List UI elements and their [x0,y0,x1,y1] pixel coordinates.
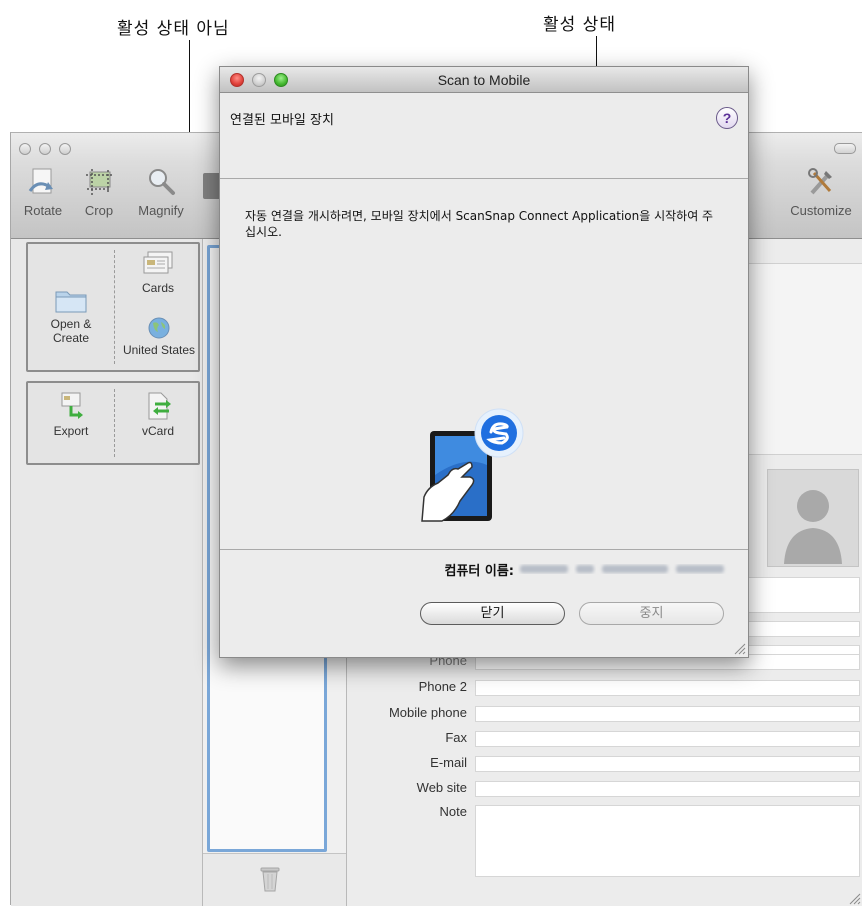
toolbar-toggle-button[interactable] [834,143,856,154]
toolbar-magnify-label: Magnify [138,203,184,218]
cards-icon [140,250,176,278]
left-panel: Open & Create Cards United States Export… [11,239,203,906]
toolbar-crop-label: Crop [84,203,114,218]
field-email[interactable] [475,756,860,772]
export-button[interactable]: Export [32,391,110,438]
annotation-inactive: 활성 상태 아님 [117,19,230,39]
open-create-label: Open & Create [50,317,92,345]
trash-area [203,853,346,906]
group-box-1: Open & Create Cards United States [26,242,200,372]
field-fax[interactable] [475,731,860,747]
crop-icon [82,165,116,199]
close-button[interactable] [19,143,31,155]
united-states-label: United States [122,343,196,357]
toolbar-magnify[interactable]: Magnify [131,165,191,218]
scan-to-mobile-dialog: Scan to Mobile 연결된 모바일 장치 ? 자동 연결을 개시하려면… [219,66,749,658]
card-image-area [747,263,862,455]
group-box-2: Export vCard [26,381,200,465]
field-website[interactable] [475,781,860,797]
photo-frame [767,469,859,567]
field-label-mobile-phone: Mobile phone [388,705,467,720]
field-mobile-phone[interactable] [475,706,860,722]
tablet-touch-scansnap-icon [414,405,532,523]
dialog-separator [220,549,748,550]
field-label-note: Note [439,804,467,819]
person-silhouette-icon [778,478,848,568]
cards-button[interactable]: Cards [118,250,198,295]
dialog-titlebar: Scan to Mobile [220,67,748,93]
dialog-title: Scan to Mobile [437,72,531,88]
rotate-icon [26,165,60,199]
computer-name-value-blurred [518,561,728,576]
magnify-icon [144,165,178,199]
field-label-fax: Fax [445,730,467,745]
toolbar-customize-label: Customize [790,203,852,218]
dialog-resize-grip-icon[interactable] [732,641,746,655]
toolbar-rotate[interactable]: Rotate [19,165,67,218]
help-button[interactable]: ? [716,107,738,129]
field-phone2[interactable] [475,680,860,696]
resize-grip-icon[interactable] [847,891,861,905]
toolbar-customize[interactable]: Customize [783,165,859,218]
zoom-button[interactable] [59,143,71,155]
customize-tools-icon [804,165,838,199]
field-label-phone2: Phone 2 [418,679,467,694]
connected-devices-heading: 연결된 모바일 장치 [230,113,334,128]
cards-label: Cards [141,281,174,295]
export-icon [56,391,86,421]
toolbar-rotate-label: Rotate [23,203,63,218]
vcard-button[interactable]: vCard [118,391,198,438]
trash-icon[interactable] [260,866,280,892]
field-note[interactable] [475,805,860,877]
dialog-header: 연결된 모바일 장치 ? [220,93,748,179]
export-label: Export [53,424,89,438]
field-label-email: E-mail [430,755,467,770]
field-label-website: Web site [416,780,467,795]
folder-icon [54,286,88,314]
globe-icon [147,316,171,340]
open-create-button[interactable]: Open & Create [32,286,110,345]
annotation-active: 활성 상태 [543,15,616,35]
close-button[interactable]: 닫기 [420,602,565,625]
instruction-text: 자동 연결을 개시하려면, 모바일 장치에서 ScanSnap Connect … [245,209,714,239]
stop-button[interactable]: 중지 [579,602,724,625]
computer-name-label: 컴퓨터 이름: [444,564,514,579]
dialog-body: 자동 연결을 개시하려면, 모바일 장치에서 ScanSnap Connect … [220,179,748,549]
vcard-icon [143,391,173,421]
united-states-button[interactable]: United States [116,316,202,357]
minimize-button[interactable] [39,143,51,155]
toolbar-crop[interactable]: Crop [75,165,123,218]
vcard-label: vCard [141,424,174,438]
